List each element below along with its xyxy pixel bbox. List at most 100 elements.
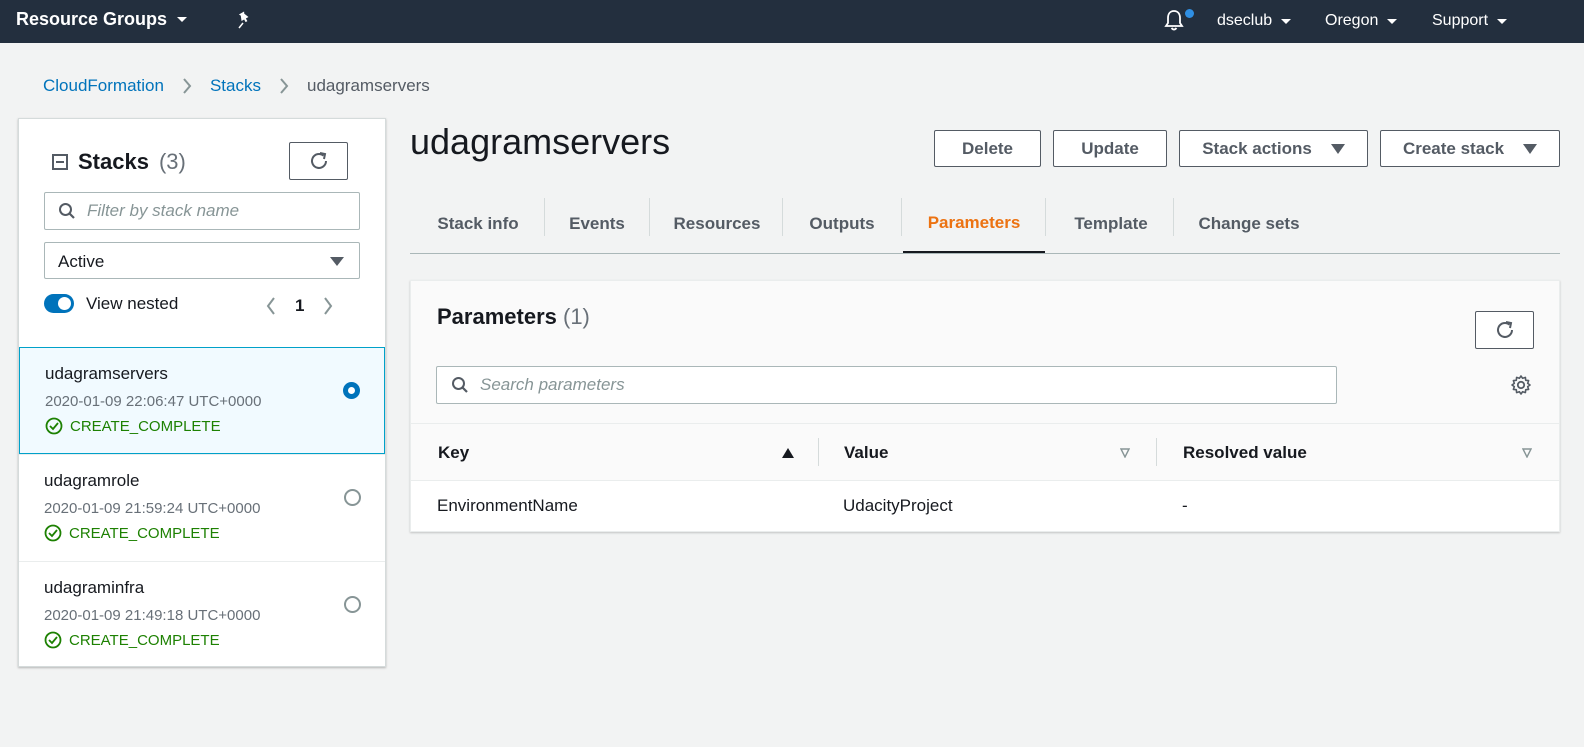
column-header-resolved-value-label: Resolved value xyxy=(1183,442,1307,462)
stack-date: 2020-01-09 22:06:47 UTC+0000 xyxy=(45,393,262,410)
filter-stacks-input[interactable] xyxy=(87,201,347,221)
search-icon xyxy=(452,377,468,393)
top-navigation-bar: Resource Groups dseclub Oregon Support xyxy=(0,0,1584,43)
breadcrumb-current: udagramservers xyxy=(306,76,430,95)
parameters-title-text: Parameters xyxy=(437,304,557,329)
stack-actions-button[interactable]: Stack actions xyxy=(1179,130,1368,167)
stacks-sidebar: Stacks (3) Active View nested 1 udagrams… xyxy=(18,118,386,667)
caret-down-icon xyxy=(1523,143,1538,154)
table-header-row: Key Value Resolved value xyxy=(411,423,1559,481)
notification-dot xyxy=(1185,9,1194,18)
breadcrumb: CloudFormation Stacks udagramservers xyxy=(43,76,430,96)
create-stack-label: Create stack xyxy=(1402,138,1505,158)
resource-groups-label: Resource Groups xyxy=(16,9,168,29)
column-header-key[interactable]: Key xyxy=(438,424,818,481)
parameters-count: (1) xyxy=(563,304,590,329)
search-icon xyxy=(59,203,75,219)
chevron-down-icon xyxy=(177,17,188,22)
stack-date: 2020-01-09 21:49:18 UTC+0000 xyxy=(44,607,261,624)
refresh-parameters-button[interactable] xyxy=(1475,311,1534,349)
stacks-count: (3) xyxy=(158,149,186,174)
stack-name: udagramrole xyxy=(44,471,140,490)
tab-outputs[interactable]: Outputs xyxy=(786,195,898,253)
sort-icon[interactable] xyxy=(1522,448,1532,458)
stack-item[interactable]: udagramrole 2020-01-09 21:59:24 UTC+0000… xyxy=(19,454,385,561)
tab-parameters[interactable]: Parameters xyxy=(903,195,1045,253)
tab-template[interactable]: Template xyxy=(1050,195,1172,253)
status-filter-value: Active xyxy=(58,252,105,271)
stack-actions-label: Stack actions xyxy=(1202,138,1312,158)
create-stack-button[interactable]: Create stack xyxy=(1380,130,1560,167)
column-divider xyxy=(1156,438,1157,466)
check-circle-icon xyxy=(45,417,63,435)
chevron-down-icon xyxy=(1387,18,1398,24)
check-circle-icon xyxy=(44,631,62,649)
stack-status-text: CREATE_COMPLETE xyxy=(69,631,220,649)
stack-radio[interactable] xyxy=(344,489,361,506)
sort-icon[interactable] xyxy=(1120,448,1130,458)
view-nested-label: View nested xyxy=(86,294,179,313)
region-menu[interactable]: Oregon xyxy=(1325,12,1398,30)
chevron-down-icon xyxy=(1281,18,1292,24)
update-label: Update xyxy=(1081,138,1139,158)
page-title: udagramservers xyxy=(410,121,671,162)
region-label: Oregon xyxy=(1325,12,1379,29)
stack-radio[interactable] xyxy=(344,596,361,613)
stack-name: udagraminfra xyxy=(44,578,145,597)
tab-divider xyxy=(649,198,650,236)
gear-icon[interactable] xyxy=(1510,374,1532,396)
filter-stacks-field[interactable] xyxy=(44,192,360,230)
chevron-left-icon[interactable] xyxy=(265,296,277,316)
tab-events[interactable]: Events xyxy=(547,195,647,253)
breadcrumb-cloudformation[interactable]: CloudFormation xyxy=(43,76,164,96)
column-divider xyxy=(818,438,819,466)
refresh-stacks-button[interactable] xyxy=(289,142,348,180)
sort-ascending-icon[interactable] xyxy=(782,448,794,458)
parameters-title: Parameters (1) xyxy=(437,304,590,330)
refresh-icon xyxy=(310,152,327,169)
pin-icon[interactable] xyxy=(236,10,254,30)
parameters-panel: Parameters (1) Key Value Resolved value xyxy=(410,280,1560,532)
caret-down-icon xyxy=(1330,143,1345,154)
tab-resources[interactable]: Resources xyxy=(653,195,781,253)
delete-button[interactable]: Delete xyxy=(934,130,1041,167)
tab-divider xyxy=(544,198,545,236)
tab-stack-info[interactable]: Stack info xyxy=(418,195,538,253)
pagination: 1 xyxy=(265,296,334,316)
search-parameters-field[interactable] xyxy=(436,366,1337,404)
cell-value: UdacityProject xyxy=(843,496,953,515)
stack-tabs: Stack info Events Resources Outputs Para… xyxy=(410,195,1560,254)
account-label: dseclub xyxy=(1217,12,1273,29)
breadcrumb-stacks[interactable]: Stacks xyxy=(210,76,261,96)
column-header-resolved-value[interactable]: Resolved value xyxy=(1183,424,1483,481)
stack-status: CREATE_COMPLETE xyxy=(45,417,221,435)
column-header-value[interactable]: Value xyxy=(844,424,1144,481)
stack-date: 2020-01-09 21:59:24 UTC+0000 xyxy=(44,500,261,517)
stack-item[interactable]: udagraminfra 2020-01-09 21:49:18 UTC+000… xyxy=(19,561,385,668)
cell-resolved-value: - xyxy=(1182,496,1188,515)
delete-label: Delete xyxy=(961,138,1014,158)
caret-down-icon xyxy=(330,257,344,266)
column-header-key-label: Key xyxy=(438,442,470,462)
column-header-value-label: Value xyxy=(844,442,889,462)
tab-divider xyxy=(1045,198,1046,236)
collapse-icon[interactable] xyxy=(52,154,68,170)
search-parameters-input[interactable] xyxy=(480,375,1320,395)
update-button[interactable]: Update xyxy=(1053,130,1167,167)
stack-radio[interactable] xyxy=(343,382,360,399)
bell-icon[interactable] xyxy=(1163,9,1185,33)
stack-item[interactable]: udagramservers 2020-01-09 22:06:47 UTC+0… xyxy=(19,347,385,454)
resource-groups-menu[interactable]: Resource Groups xyxy=(16,9,188,30)
view-nested-toggle[interactable] xyxy=(44,294,74,313)
stack-status-text: CREATE_COMPLETE xyxy=(70,417,221,435)
status-filter-select[interactable]: Active xyxy=(44,242,360,279)
support-menu[interactable]: Support xyxy=(1432,12,1508,30)
chevron-right-icon[interactable] xyxy=(322,296,334,316)
tab-change-sets[interactable]: Change sets xyxy=(1176,195,1322,253)
stack-status: CREATE_COMPLETE xyxy=(44,631,220,649)
page-number[interactable]: 1 xyxy=(295,296,304,316)
chevron-right-icon xyxy=(172,76,202,96)
account-menu[interactable]: dseclub xyxy=(1217,12,1292,30)
tab-divider xyxy=(782,198,783,236)
stacks-title: Stacks xyxy=(78,149,149,174)
